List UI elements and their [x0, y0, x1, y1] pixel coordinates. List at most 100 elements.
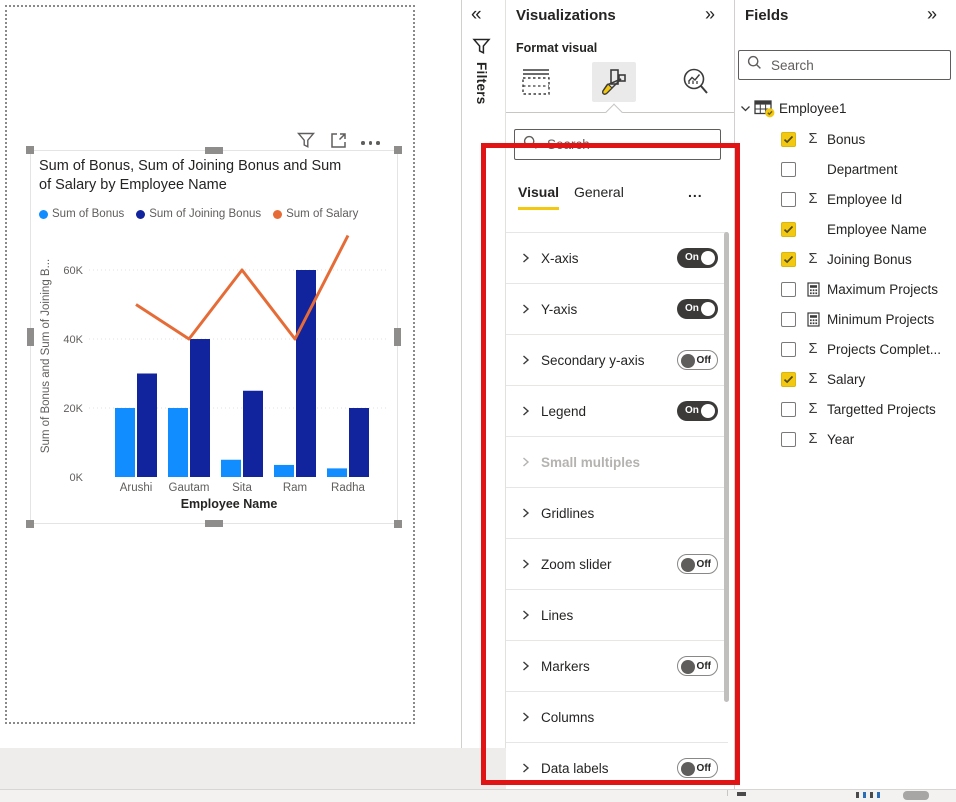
field-row-employee-id[interactable]: ΣEmployee Id	[735, 184, 956, 214]
collapse-pane-icon[interactable]: »	[927, 4, 937, 25]
fields-pane: Fields » Em	[735, 0, 956, 789]
table-node-employee1[interactable]: Employee1	[735, 94, 956, 122]
format-search-input[interactable]	[545, 136, 712, 153]
status-slider-thumb[interactable]	[903, 791, 929, 800]
scrollbar-thumb[interactable]	[724, 232, 729, 702]
toggle-markers[interactable]: Off	[677, 656, 718, 676]
expand-filters-icon[interactable]: «	[471, 4, 482, 26]
status-glyph-fragment	[863, 792, 866, 798]
format-search-box[interactable]	[514, 129, 721, 160]
svg-text:0K: 0K	[70, 472, 84, 484]
fields-search-box[interactable]	[738, 50, 951, 80]
chevron-right-icon	[520, 252, 531, 264]
format-visual-label: Format visual	[516, 41, 597, 55]
legend-dot	[39, 210, 48, 219]
field-label: Department	[827, 162, 898, 177]
status-bar	[0, 789, 956, 802]
toggle-y-axis[interactable]: On	[677, 299, 718, 319]
toggle-secondary-y-axis[interactable]: Off	[677, 350, 718, 370]
card-label: Small multiples	[541, 455, 640, 470]
svg-text:60K: 60K	[63, 265, 83, 277]
field-label: Employee Name	[827, 222, 927, 237]
sigma-icon: Σ	[803, 192, 823, 207]
field-row-minimum-projects[interactable]: Minimum Projects	[735, 304, 956, 334]
field-row-employee-name[interactable]: Employee Name	[735, 214, 956, 244]
card-label: Zoom slider	[541, 557, 612, 572]
format-card-columns[interactable]: Columns	[506, 692, 728, 743]
sigma-icon: Σ	[803, 252, 823, 267]
toggle-state-label: On	[685, 303, 699, 314]
format-tab-bar: Visual General ...	[506, 184, 734, 212]
format-card-gridlines[interactable]: Gridlines	[506, 488, 728, 539]
legend-item-sum-of-bonus[interactable]: Sum of Bonus	[39, 208, 124, 220]
field-checkbox[interactable]	[781, 222, 796, 237]
chevron-down-icon[interactable]	[740, 103, 751, 114]
chevron-right-icon	[520, 405, 531, 417]
filters-funnel-icon	[472, 38, 491, 60]
field-row-year[interactable]: ΣYear	[735, 424, 956, 454]
field-row-projects-complet[interactable]: ΣProjects Complet...	[735, 334, 956, 364]
format-card-secondary-y-axis[interactable]: Secondary y-axisOff	[506, 335, 728, 386]
analytics-tab[interactable]	[674, 62, 718, 102]
field-checkbox[interactable]	[781, 162, 796, 177]
toggle-x-axis[interactable]: On	[677, 248, 718, 268]
collapse-pane-icon[interactable]: »	[705, 4, 715, 25]
sigma-icon: Σ	[803, 132, 823, 147]
field-checkbox[interactable]	[781, 192, 796, 207]
svg-text:Arushi: Arushi	[120, 482, 153, 494]
field-checkbox[interactable]	[781, 402, 796, 417]
filters-pane-collapsed[interactable]: « Filters	[462, 0, 506, 748]
legend-dot	[273, 210, 282, 219]
field-label: Year	[827, 432, 854, 447]
field-label: Targetted Projects	[827, 402, 936, 417]
format-card-legend[interactable]: LegendOn	[506, 386, 728, 437]
field-checkbox[interactable]	[781, 132, 796, 147]
legend-label: Sum of Bonus	[52, 208, 124, 220]
fields-search-input[interactable]	[769, 57, 942, 74]
card-label: Lines	[541, 608, 573, 623]
status-glyph-fragment	[856, 792, 859, 798]
field-row-joining-bonus[interactable]: ΣJoining Bonus	[735, 244, 956, 274]
field-checkbox[interactable]	[781, 312, 796, 327]
toggle-state-label: Off	[697, 661, 711, 672]
format-card-zoom-slider[interactable]: Zoom slider Off	[506, 539, 728, 590]
field-row-maximum-projects[interactable]: Maximum Projects	[735, 274, 956, 304]
card-label: Markers	[541, 659, 590, 674]
field-row-bonus[interactable]: Σ Bonus	[735, 124, 956, 154]
field-checkbox[interactable]	[781, 432, 796, 447]
chevron-right-icon	[520, 507, 531, 519]
chart-title: Sum of Bonus, Sum of Joining Bonus and S…	[39, 157, 353, 195]
toggle-knob	[701, 404, 715, 418]
field-row-targetted-projects[interactable]: ΣTargetted Projects	[735, 394, 956, 424]
combo-chart-visual[interactable]: 0K20K40K60KArushiGautamSitaRamRadhaEmplo…	[30, 150, 398, 524]
format-card-markers[interactable]: Markers Off	[506, 641, 728, 692]
legend-item-sum-of-joining-bonus[interactable]: Sum of Joining Bonus	[136, 208, 261, 220]
toggle-zoom-slider[interactable]: Off	[677, 554, 718, 574]
format-card-lines[interactable]: Lines	[506, 590, 728, 641]
build-visual-tab[interactable]	[514, 62, 558, 102]
toggle-data-labels[interactable]: Off	[677, 758, 718, 778]
toggle-knob	[681, 354, 695, 368]
sigma-icon: Σ	[803, 342, 823, 357]
field-label: Bonus	[827, 132, 865, 147]
tab-visual[interactable]: Visual	[518, 184, 559, 210]
field-checkbox[interactable]	[781, 282, 796, 297]
tab-general[interactable]: General	[574, 184, 624, 207]
format-card-data-labels[interactable]: Data labelsOff	[506, 743, 728, 789]
field-checkbox[interactable]	[781, 342, 796, 357]
field-row-department[interactable]: Department	[735, 154, 956, 184]
format-visual-tab[interactable]	[592, 62, 636, 102]
field-label: Minimum Projects	[827, 312, 934, 327]
field-checkbox[interactable]	[781, 372, 796, 387]
chevron-right-icon	[520, 762, 531, 774]
format-card-y-axis[interactable]: Y-axisOn	[506, 284, 728, 335]
toggle-legend[interactable]: On	[677, 401, 718, 421]
report-canvas[interactable]: 0K20K40K60KArushiGautamSitaRamRadhaEmplo…	[0, 0, 461, 789]
toggle-state-label: Off	[697, 763, 711, 774]
legend-item-sum-of-salary[interactable]: Sum of Salary	[273, 208, 358, 220]
format-card-x-axis[interactable]: X-axisOn	[506, 233, 728, 284]
field-checkbox[interactable]	[781, 252, 796, 267]
tab-more-options[interactable]: ...	[688, 184, 703, 207]
field-row-salary[interactable]: ΣSalary	[735, 364, 956, 394]
field-label: Maximum Projects	[827, 282, 938, 297]
